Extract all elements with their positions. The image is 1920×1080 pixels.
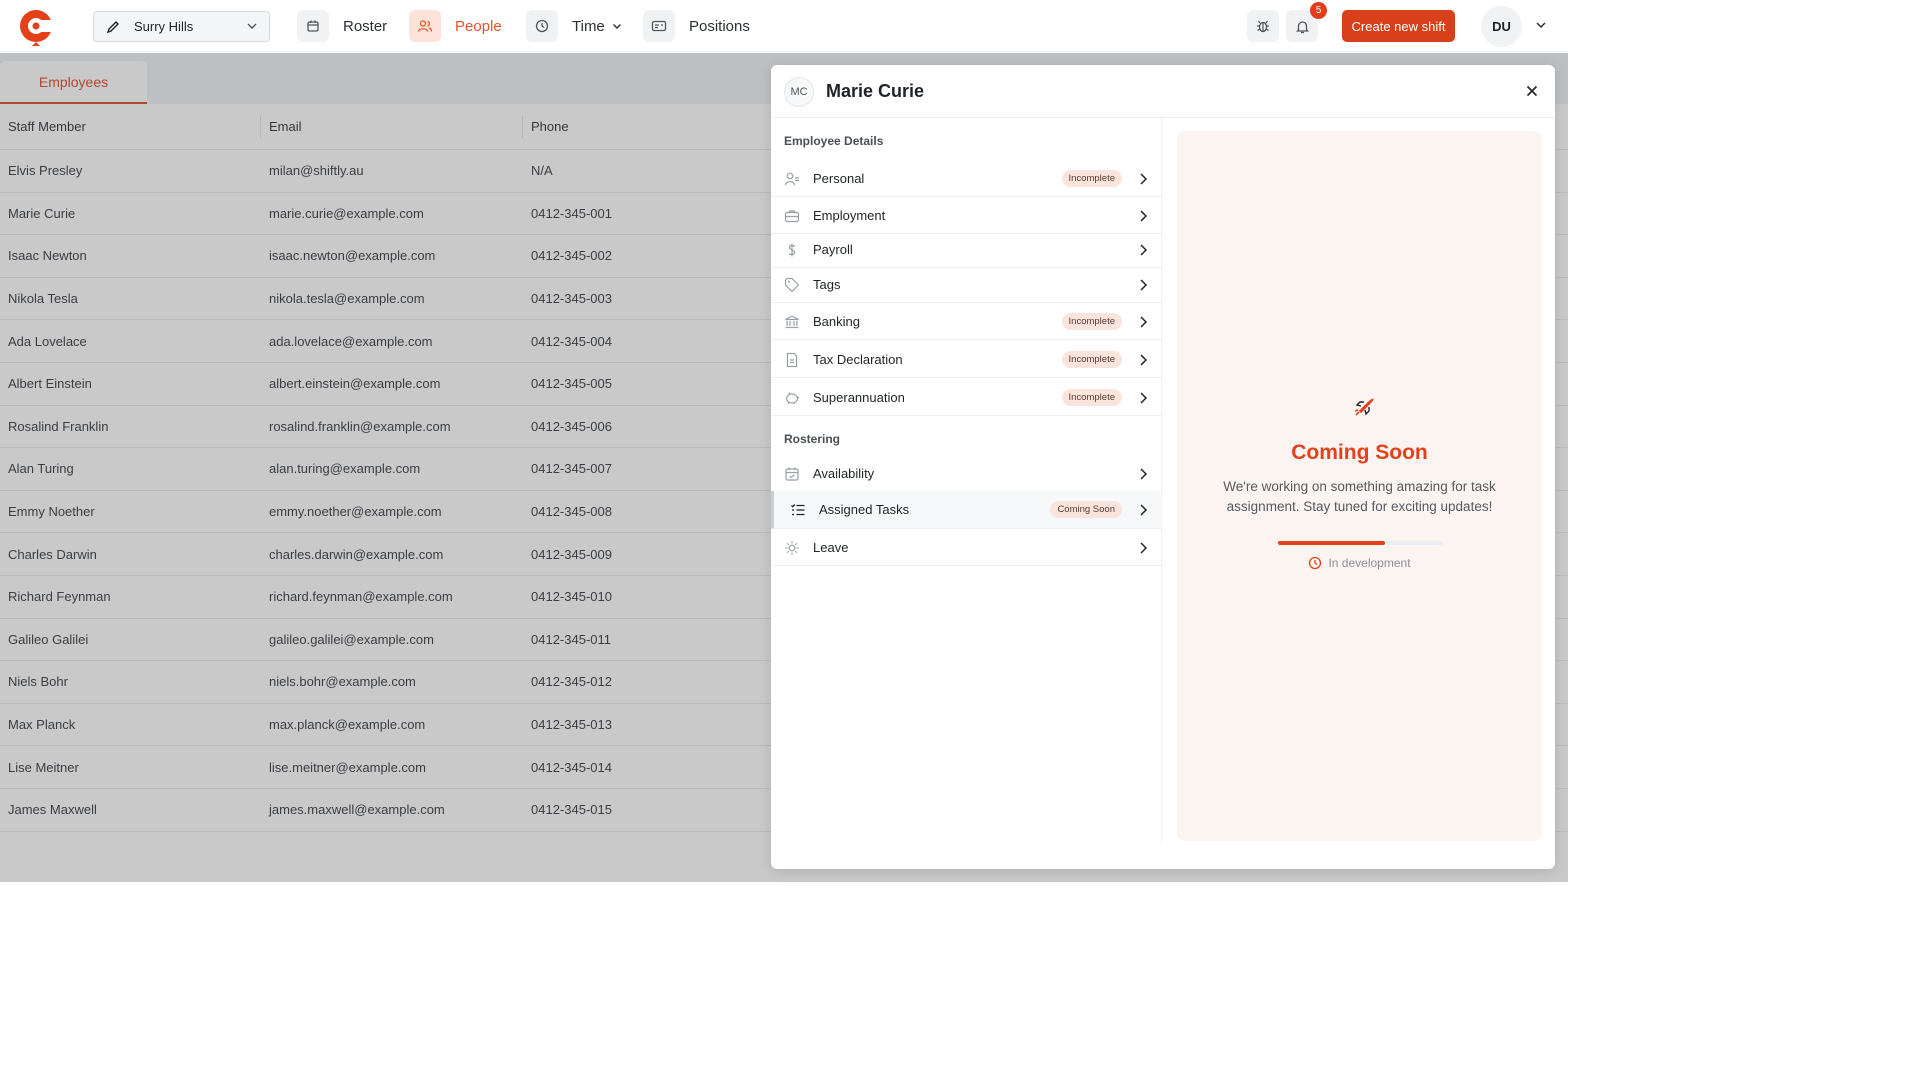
user-avatar[interactable]: DU	[1481, 6, 1522, 47]
nav-roster-label: Roster	[343, 17, 388, 35]
development-status: In development	[1177, 556, 1542, 570]
nav-time-label: Time	[572, 17, 605, 35]
chevron-right-icon	[1140, 354, 1148, 366]
create-new-shift-button[interactable]: Create new shift	[1342, 10, 1455, 42]
menu-item-personal[interactable]: Personal Incomplete	[771, 160, 1162, 197]
nav-positions-label: Positions	[689, 17, 750, 35]
menu-item-banking[interactable]: Banking Incomplete	[771, 303, 1162, 340]
close-button[interactable]	[1523, 82, 1541, 100]
notifications-button[interactable]: 5	[1286, 2, 1327, 42]
status-badge: Incomplete	[1061, 388, 1122, 406]
progress-fill	[1278, 541, 1386, 545]
dollar-icon	[788, 243, 796, 257]
nav-roster[interactable]: Roster	[297, 10, 387, 42]
clock-icon	[1309, 556, 1322, 570]
bug-report-button[interactable]	[1247, 10, 1279, 42]
person-icon	[784, 172, 799, 186]
clock-icon	[526, 10, 558, 42]
chevron-right-icon	[1140, 244, 1148, 256]
status-badge: Coming Soon	[1050, 501, 1122, 518]
rocket-icon	[1354, 398, 1374, 416]
nav-positions[interactable]: Positions	[643, 10, 750, 42]
bank-icon	[785, 315, 799, 329]
menu-item-assigned-tasks[interactable]: Assigned Tasks Coming Soon	[771, 491, 1162, 529]
notification-count-badge: 5	[1310, 2, 1327, 19]
nav-people-label: People	[455, 17, 502, 35]
task-list-icon	[791, 504, 805, 516]
menu-item-employment[interactable]: Employment	[771, 197, 1162, 234]
status-badge: Incomplete	[1061, 312, 1122, 330]
close-icon	[1526, 85, 1538, 97]
coming-soon-message: We're working on something amazing for t…	[1223, 479, 1496, 514]
chevron-right-icon	[1140, 210, 1148, 222]
drawer-header: MC Marie Curie	[771, 65, 1555, 118]
calendar-check-icon	[785, 467, 799, 481]
people-icon	[409, 10, 441, 42]
chevron-down-icon	[612, 24, 621, 29]
menu-item-label: Assigned Tasks	[819, 502, 910, 517]
menu-item-leave[interactable]: Leave	[771, 529, 1162, 566]
top-bar: Surry Hills Roster People Time Positions…	[0, 0, 1568, 52]
location-label: Surry Hills	[134, 19, 194, 34]
chevron-right-icon	[1140, 392, 1148, 404]
document-icon	[786, 352, 798, 368]
employee-detail-drawer: MC Marie Curie Employee Details Personal…	[771, 65, 1555, 869]
status-badge: Incomplete	[1061, 169, 1122, 187]
bell-icon	[1295, 20, 1309, 33]
menu-item-label: Superannuation	[813, 389, 905, 405]
status-badge: Incomplete	[1061, 350, 1122, 368]
chevron-down-icon[interactable]	[1534, 18, 1548, 32]
location-selector[interactable]: Surry Hills	[93, 11, 270, 42]
briefcase-icon	[784, 210, 800, 223]
pencil-icon	[106, 20, 119, 33]
section-title-employee-details: Employee Details	[784, 134, 884, 148]
menu-item-label: Tax Declaration	[813, 351, 903, 367]
bug-icon	[1257, 20, 1269, 33]
sun-icon	[785, 541, 799, 555]
development-progress-bar	[1278, 541, 1443, 545]
tag-icon	[784, 277, 800, 293]
menu-item-tags[interactable]: Tags	[771, 266, 1162, 303]
detail-menu: Employee Details Personal Incomplete Emp…	[771, 118, 1162, 842]
menu-item-superannuation[interactable]: Superannuation Incomplete	[771, 379, 1162, 416]
chevron-right-icon	[1140, 173, 1148, 185]
nav-people[interactable]: People	[409, 10, 502, 42]
menu-item-label: Tags	[813, 276, 841, 292]
chevron-down-icon	[247, 23, 257, 29]
id-card-icon	[643, 10, 675, 42]
menu-item-tax-declaration[interactable]: Tax Declaration Incomplete	[771, 341, 1162, 378]
chevron-right-icon	[1140, 279, 1148, 291]
app-logo-icon[interactable]	[18, 6, 54, 46]
coming-soon-pane: Coming Soon We're working on something a…	[1177, 131, 1542, 841]
menu-item-label: Payroll	[813, 241, 853, 257]
chevron-right-icon	[1140, 504, 1148, 516]
piggy-bank-icon	[785, 392, 799, 404]
menu-item-label: Employment	[813, 207, 886, 223]
nav-time[interactable]: Time	[526, 10, 623, 42]
chevron-right-icon	[1140, 542, 1148, 554]
coming-soon-title: Coming Soon	[1291, 441, 1428, 464]
development-status-label: In development	[1328, 556, 1411, 570]
chevron-right-icon	[1140, 468, 1148, 480]
menu-item-label: Availability	[813, 465, 875, 481]
menu-item-label: Leave	[813, 539, 849, 555]
menu-item-payroll[interactable]: Payroll	[771, 231, 1162, 268]
calendar-icon	[297, 10, 329, 42]
menu-item-label: Banking	[813, 313, 860, 329]
menu-item-label: Personal	[813, 170, 865, 186]
section-title-rostering: Rostering	[784, 432, 841, 446]
employee-avatar: MC	[784, 77, 814, 107]
employee-name: Marie Curie	[826, 81, 925, 101]
chevron-right-icon	[1140, 316, 1148, 328]
menu-item-availability[interactable]: Availability	[771, 455, 1162, 492]
